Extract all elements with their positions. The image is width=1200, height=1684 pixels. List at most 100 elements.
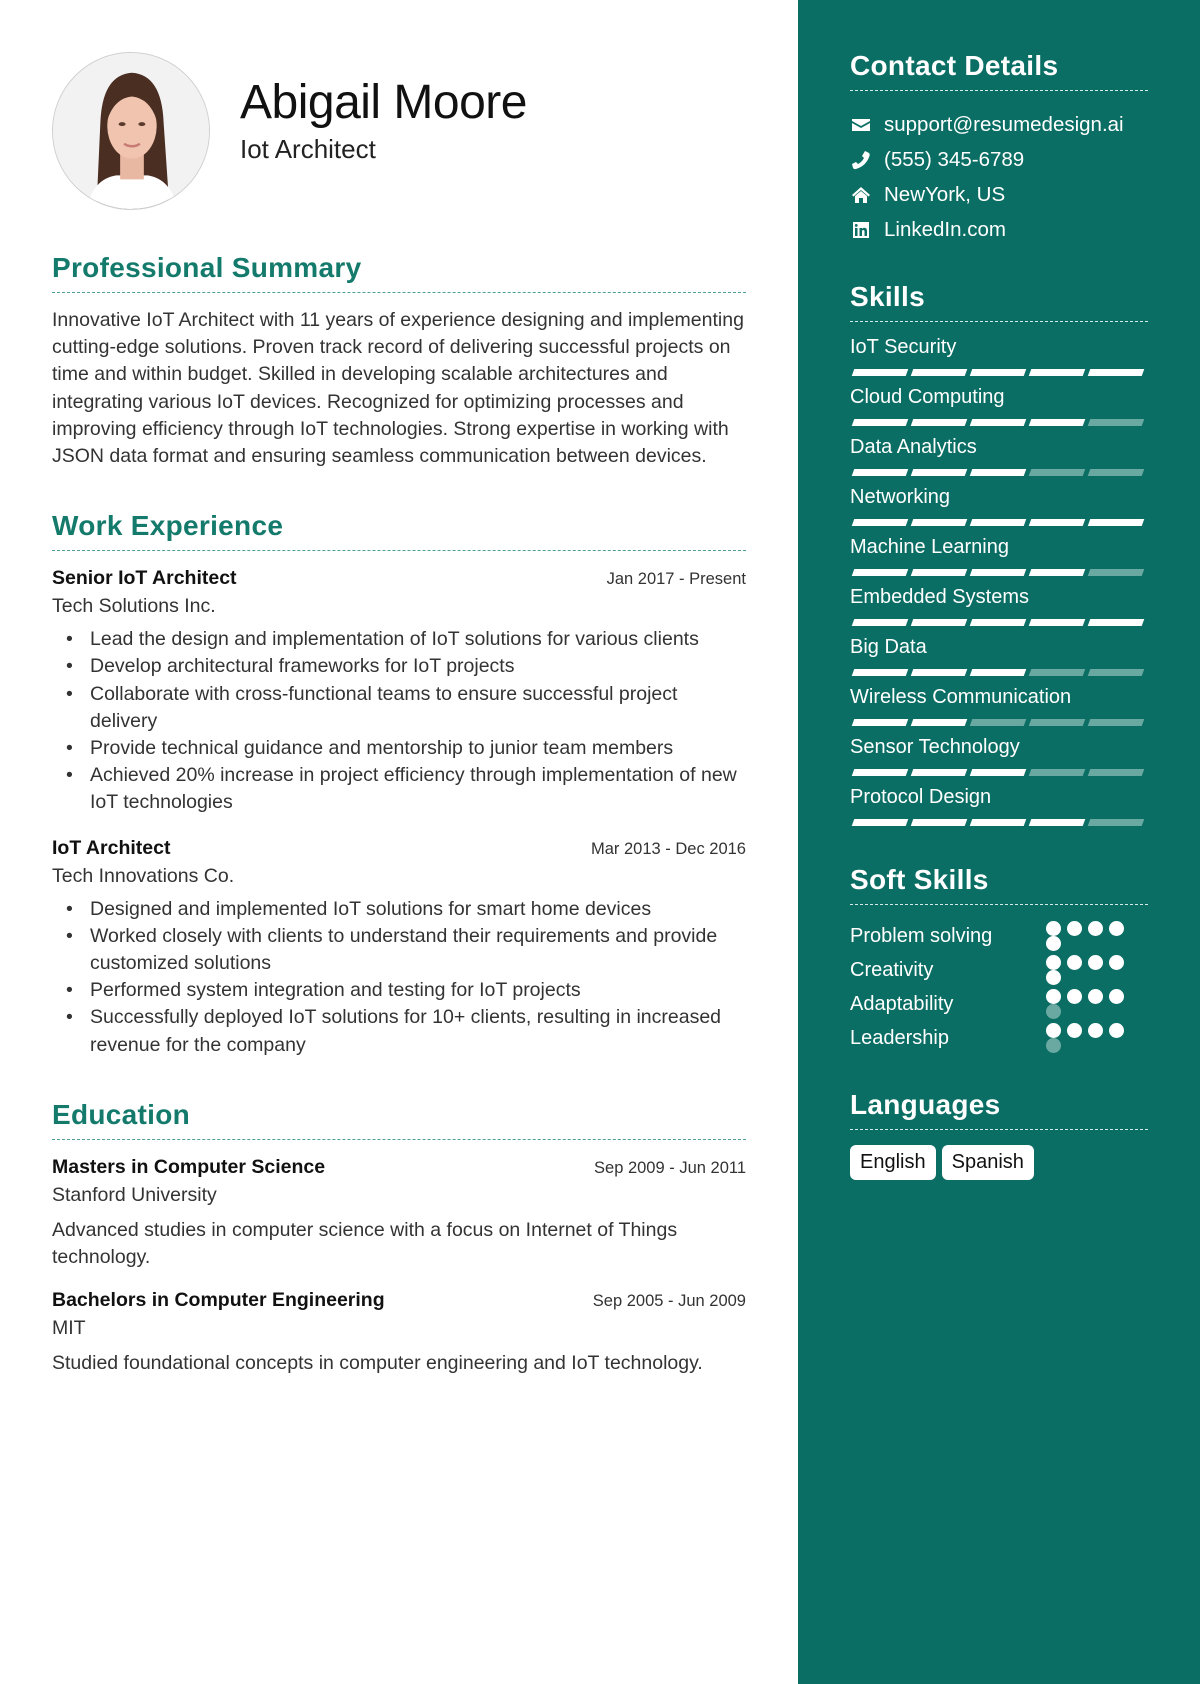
contact-location: NewYork, US — [850, 177, 1148, 212]
bullet-item: Develop architectural frameworks for IoT… — [66, 653, 746, 680]
education-date: Sep 2009 - Jun 2011 — [594, 1158, 746, 1177]
rating-dot-filled — [1067, 921, 1082, 936]
skill-segment-filled — [910, 519, 968, 526]
skill-segment-empty — [1087, 769, 1145, 776]
section-title: Soft Skills — [850, 864, 1148, 905]
skill-segment-empty — [1087, 669, 1145, 676]
skill-segment-empty — [1087, 719, 1145, 726]
rating-dot-filled — [1046, 1023, 1061, 1038]
contact-linkedin[interactable]: LinkedIn.com — [850, 212, 1148, 247]
skill-segment-filled — [910, 419, 968, 426]
contact-text: NewYork, US — [884, 182, 1006, 206]
job-bullets: Lead the design and implementation of Io… — [52, 626, 746, 816]
skill-segment-filled — [910, 569, 968, 576]
job-title: Senior IoT Architect — [52, 567, 237, 590]
skill-item: Cloud Computing — [850, 384, 1148, 434]
skill-name: Cloud Computing — [850, 386, 1005, 408]
sidebar: Contact Details support@resumedesign.ai … — [798, 0, 1200, 1684]
skill-item: Machine Learning — [850, 534, 1148, 584]
skill-level-bar — [851, 619, 1148, 626]
skill-segment-filled — [910, 619, 968, 626]
skill-name: Wireless Communication — [850, 686, 1072, 708]
skill-name: Networking — [850, 486, 951, 508]
candidate-role: Iot Architect — [240, 133, 376, 164]
skill-name: Big Data — [850, 636, 927, 658]
summary-text: Innovative IoT Architect with 11 years o… — [52, 309, 744, 468]
skill-segment-filled — [851, 519, 909, 526]
school-name: Stanford University — [52, 1183, 217, 1206]
skill-segment-filled — [851, 419, 909, 426]
job-entry: Senior IoT Architect Jan 2017 - Present … — [52, 567, 746, 816]
section-title: Languages — [850, 1089, 1148, 1130]
rating-dot-filled — [1109, 989, 1124, 1004]
rating-dot-filled — [1067, 1023, 1082, 1038]
education-date: Sep 2005 - Jun 2009 — [592, 1292, 746, 1311]
skill-segment-filled — [851, 569, 909, 576]
skill-segment-empty — [1028, 769, 1086, 776]
education-description: Advanced studies in computer science wit… — [52, 1218, 678, 1269]
contact-phone[interactable]: (555) 345-6789 — [850, 142, 1148, 177]
skill-item: Data Analytics — [850, 434, 1148, 484]
skill-segment-filled — [851, 819, 909, 826]
rating-dot-filled — [1046, 955, 1061, 970]
contact-email[interactable]: support@resumedesign.ai — [850, 107, 1148, 142]
job-company: Tech Solutions Inc. — [52, 595, 216, 618]
contact-text: (555) 345-6789 — [884, 147, 1025, 171]
skill-segment-filled — [1028, 819, 1086, 826]
skill-name: Machine Learning — [850, 536, 1009, 558]
home-icon — [850, 185, 872, 205]
skill-segment-filled — [969, 469, 1027, 476]
skill-segment-filled — [910, 469, 968, 476]
bullet-item: Lead the design and implementation of Io… — [66, 626, 746, 653]
soft-skill-name: Leadership — [850, 1026, 949, 1049]
section-title: Skills — [850, 281, 1148, 322]
skill-segment-filled — [969, 519, 1027, 526]
rating-dot-filled — [1109, 1023, 1124, 1038]
skill-segment-filled — [969, 369, 1027, 376]
rating-dot-filled — [1046, 970, 1061, 985]
skill-level-bar — [851, 769, 1148, 776]
soft-skill-list: Problem solving Creativity Adaptability Lea… — [850, 919, 1148, 1055]
envelope-icon — [850, 115, 872, 135]
skill-segment-empty — [1028, 469, 1086, 476]
rating-dot-empty — [1046, 1004, 1061, 1019]
skill-segment-filled — [1028, 569, 1086, 576]
skill-segment-filled — [851, 769, 909, 776]
skill-level-bar — [851, 469, 1148, 476]
skill-item: Protocol Design — [850, 784, 1148, 834]
rating-dot-filled — [1109, 955, 1124, 970]
skill-segment-empty — [1087, 419, 1145, 426]
skill-segment-filled — [1087, 519, 1145, 526]
bullet-item: Provide technical guidance and mentorshi… — [66, 735, 746, 762]
skill-segment-filled — [910, 369, 968, 376]
resume-header: Abigail Moore Iot Architect — [52, 52, 746, 210]
education-section: Education Masters in Computer Science Se… — [52, 1099, 746, 1378]
skill-segment-empty — [1087, 469, 1145, 476]
rating-dot-filled — [1067, 955, 1082, 970]
bullet-item: Achieved 20% increase in project efficie… — [66, 762, 746, 816]
contact-list: support@resumedesign.ai (555) 345-6789 N… — [850, 107, 1148, 247]
profile-photo — [53, 53, 209, 209]
skill-segment-filled — [851, 719, 909, 726]
soft-skill-rating — [1046, 921, 1132, 951]
job-bullets: Designed and implemented IoT solutions f… — [52, 896, 746, 1059]
skill-segment-filled — [969, 619, 1027, 626]
soft-skill-item: Creativity — [850, 953, 1148, 987]
section-title: Contact Details — [850, 50, 1148, 91]
skill-segment-filled — [1028, 419, 1086, 426]
skill-segment-filled — [851, 669, 909, 676]
rating-dot-filled — [1088, 1023, 1103, 1038]
avatar — [52, 52, 210, 210]
education-entry: Bachelors in Computer Engineering Sep 20… — [52, 1289, 746, 1377]
skill-segment-filled — [1028, 519, 1086, 526]
job-company: Tech Innovations Co. — [52, 864, 235, 887]
skill-segment-filled — [969, 419, 1027, 426]
skill-level-bar — [851, 419, 1148, 426]
rating-dot-filled — [1088, 955, 1103, 970]
rating-dot-filled — [1109, 921, 1124, 936]
rating-dot-filled — [1046, 989, 1061, 1004]
skill-level-bar — [851, 369, 1148, 376]
degree-title: Bachelors in Computer Engineering — [52, 1289, 385, 1312]
soft-skill-name: Creativity — [850, 958, 934, 981]
soft-skill-rating — [1046, 955, 1132, 985]
